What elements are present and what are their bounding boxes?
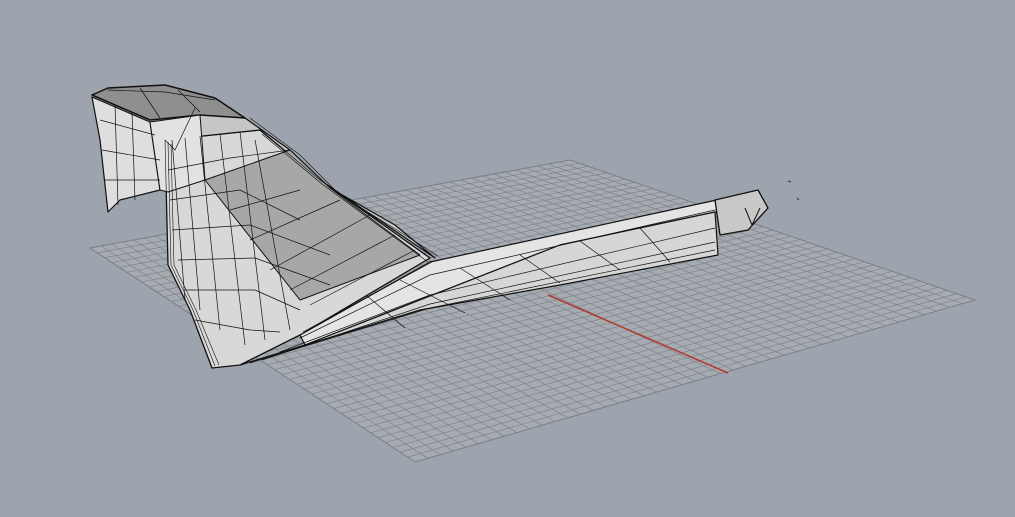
rhino-3d-viewport[interactable] (0, 0, 1015, 517)
tower-back-inner[interactable] (149, 114, 206, 193)
stray-points (787, 180, 800, 201)
viewport-canvas[interactable] (0, 0, 1015, 517)
